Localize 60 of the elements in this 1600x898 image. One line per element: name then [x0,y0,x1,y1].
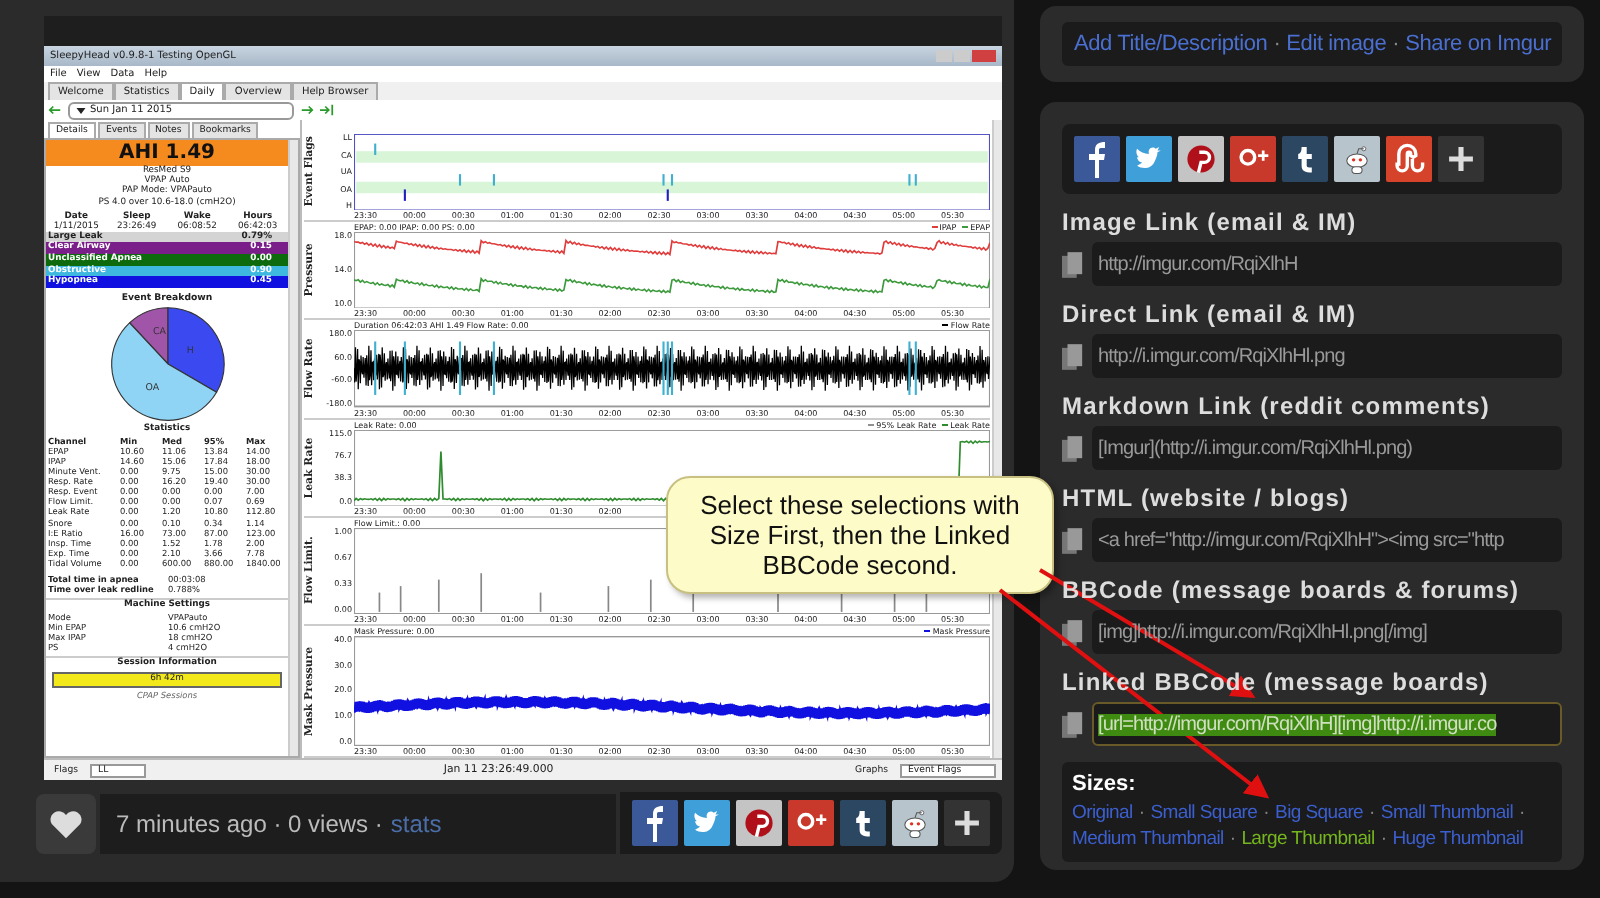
size-link[interactable]: Large Thumbnail [1241,828,1375,850]
reddit-alien-icon [898,806,932,840]
separator-dot: · [1263,802,1270,824]
share-button[interactable] [1178,136,1224,182]
share-button[interactable] [1386,136,1432,182]
action-link[interactable]: Add Title/Description [1074,32,1268,56]
share-button[interactable] [736,800,782,846]
document-icon[interactable] [1062,711,1084,737]
plus-icon [950,806,984,840]
post-meta-text: 7 minutes ago · 0 views · [116,809,383,837]
plus-icon [1444,142,1478,176]
pinterest-icon [1184,142,1218,176]
embed-code-label: Markdown Link (reddit comments) [1062,392,1492,420]
jump-to-end-icon[interactable] [320,104,334,116]
separator-dot: · [1380,828,1387,850]
action-link[interactable]: Share on Imgur [1405,32,1552,56]
share-button[interactable] [1230,136,1276,182]
share-button[interactable] [1074,136,1120,182]
action-link[interactable]: Edit image [1286,32,1387,56]
like-button[interactable] [36,793,96,853]
heart-icon [48,807,84,839]
share-button[interactable] [632,800,678,846]
separator-dot: · [1138,802,1145,824]
forward-arrow-icon[interactable] [300,104,314,116]
share-button[interactable] [892,800,938,846]
stumbleupon-icon [1392,142,1426,176]
document-icon[interactable] [1062,343,1084,369]
window-controls-icon [936,48,996,64]
share-button[interactable] [944,800,990,846]
caret-icon [76,107,86,113]
embed-code-field[interactable]: <a href="http://imgur.com/RqiXlhH"><img src="http [1092,518,1562,562]
ahi-banner: AHI 1.49 [46,140,288,166]
document-icon[interactable] [1062,619,1084,645]
facebook-icon [646,805,664,841]
reddit-alien-icon [1340,142,1374,176]
share-button[interactable] [1334,136,1380,182]
embed-code-field[interactable]: http://imgur.com/RqiXlhH [1092,242,1562,286]
share-button[interactable] [840,800,886,846]
embed-code-label: HTML (website / blogs) [1062,484,1352,512]
separator-dot: · [1273,32,1281,56]
separator-dot: · [1392,32,1400,56]
pinterest-icon [742,806,776,840]
sizes-label: Sizes: [1072,772,1138,796]
document-icon[interactable] [1062,435,1084,461]
document-icon[interactable] [1062,527,1084,553]
back-arrow-icon[interactable] [48,104,62,116]
scrollbar[interactable] [288,140,298,756]
share-button[interactable] [1282,136,1328,182]
facebook-icon [1088,141,1106,177]
separator-dot: · [1229,828,1236,850]
embed-code-field[interactable]: [Imgur](http://i.imgur.com/RqiXlhHl.png) [1092,426,1562,470]
share-button[interactable] [1438,136,1484,182]
document-icon[interactable] [1062,251,1084,277]
embed-code-field[interactable]: http://i.imgur.com/RqiXlhHl.png [1092,334,1562,378]
callout-tooltip: Select these selections with Size First, then the Linked BBCode second. [666,476,1054,594]
separator-dot: · [1369,802,1375,824]
share-button[interactable] [788,800,834,846]
separator-dot: · [1519,802,1525,824]
embed-code-label: Direct Link (email & IM) [1062,300,1359,328]
embed-code-label: Image Link (email & IM) [1062,208,1359,236]
